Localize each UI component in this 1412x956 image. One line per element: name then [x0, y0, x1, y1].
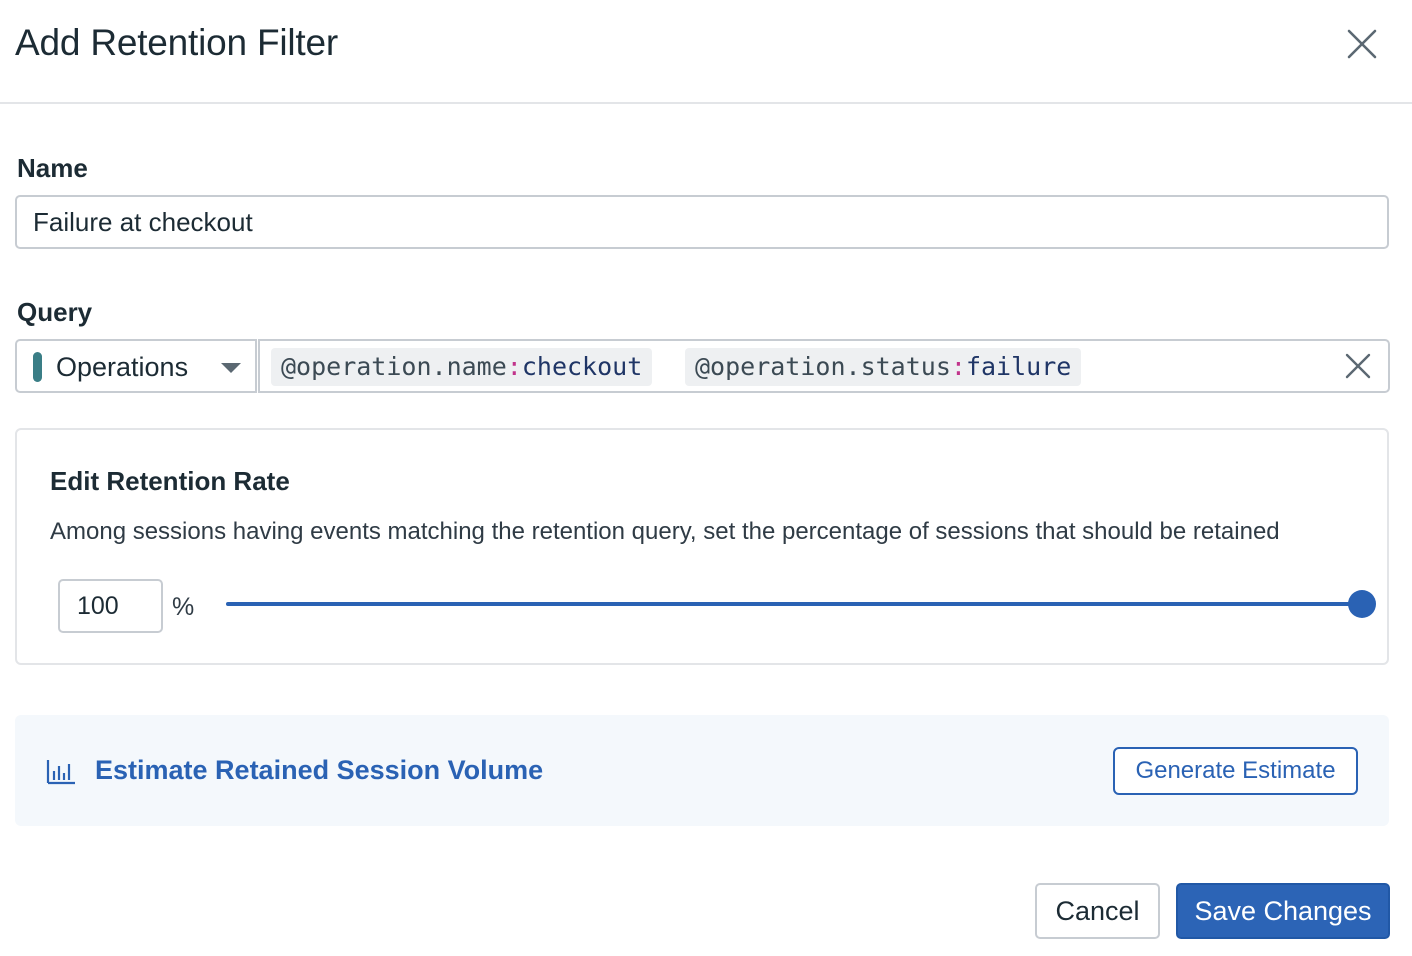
close-button[interactable]	[1340, 22, 1384, 66]
close-icon	[1347, 29, 1377, 59]
query-term-key: @operation.status	[695, 352, 951, 381]
slider-thumb[interactable]	[1348, 590, 1376, 618]
estimate-panel: Estimate Retained Session Volume Generat…	[15, 715, 1389, 826]
save-changes-button[interactable]: Save Changes	[1176, 883, 1390, 939]
query-term-chip[interactable]: @operation.status:failure	[685, 348, 1082, 386]
query-term-key: @operation.name	[281, 352, 507, 381]
clear-query-button[interactable]	[1343, 351, 1373, 381]
name-input[interactable]	[15, 195, 1389, 249]
source-color-swatch	[33, 352, 42, 382]
chevron-down-icon	[221, 363, 241, 373]
data-source-dropdown[interactable]: Operations	[15, 339, 257, 393]
query-term-separator: :	[506, 352, 522, 381]
bar-chart-icon	[46, 760, 75, 785]
query-term-separator: :	[950, 352, 966, 381]
dialog-title: Add Retention Filter	[15, 22, 339, 63]
retention-rate-title: Edit Retention Rate	[50, 466, 290, 496]
source-label: Operations	[56, 352, 189, 382]
name-label: Name	[17, 153, 88, 183]
query-term-value: checkout	[521, 352, 643, 381]
cancel-button[interactable]: Cancel	[1035, 883, 1160, 939]
retention-rate-input[interactable]	[58, 579, 163, 633]
estimate-title: Estimate Retained Session Volume	[95, 755, 544, 785]
retention-rate-description: Among sessions having events matching th…	[50, 518, 1280, 545]
query-label: Query	[17, 297, 93, 327]
slider-track	[226, 602, 1362, 606]
dialog-header: Add Retention Filter	[0, 0, 1412, 104]
query-term-chip[interactable]: @operation.name:checkout	[271, 348, 653, 386]
close-icon	[1345, 353, 1371, 379]
retention-rate-card: Edit Retention Rate Among sessions havin…	[15, 428, 1389, 665]
retention-rate-slider[interactable]	[226, 588, 1376, 622]
query-input[interactable]: @operation.name:checkout @operation.stat…	[258, 339, 1390, 393]
percent-unit-label: %	[172, 593, 195, 621]
query-term-value: failure	[965, 352, 1072, 381]
generate-estimate-button[interactable]: Generate Estimate	[1113, 747, 1358, 795]
